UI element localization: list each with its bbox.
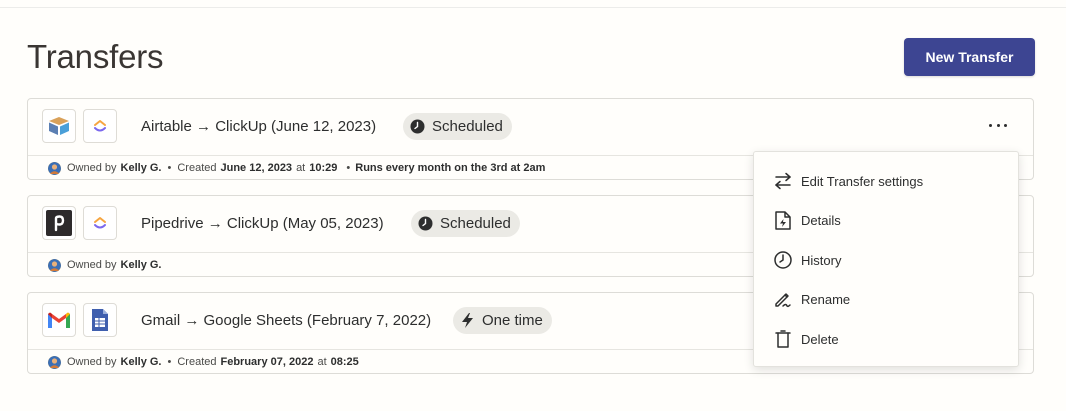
created-date: June 12, 2023 — [220, 162, 293, 174]
trash-icon — [773, 329, 793, 349]
menu-item-rename[interactable]: Rename — [754, 280, 1018, 318]
document-icon — [773, 210, 793, 230]
page-title: Transfers — [27, 38, 164, 75]
menu-item-label: Rename — [801, 291, 851, 307]
owner-name: Kelly G. — [120, 162, 162, 174]
at-label: at — [317, 356, 327, 368]
transfer-meta: Owned by Kelly G. • Created February 07,… — [48, 355, 359, 369]
created-label: Created — [177, 162, 217, 174]
status-badge: One time — [453, 307, 552, 334]
transfer-title[interactable]: Gmail → Google Sheets (February 7, 2022) — [141, 312, 431, 329]
transfer-meta: Owned by Kelly G. • Created June 12, 202… — [48, 161, 545, 175]
created-date: February 07, 2022 — [220, 356, 314, 368]
airtable-icon — [42, 109, 76, 143]
avatar — [48, 355, 61, 369]
transfer-meta: Owned by Kelly G. — [48, 258, 162, 272]
transfer-options-menu: Edit Transfer settings Details History R… — [753, 151, 1019, 367]
more-options-icon[interactable] — [989, 118, 1007, 132]
swap-arrows-icon — [773, 171, 793, 191]
pipedrive-icon — [42, 206, 76, 240]
google-sheets-icon — [83, 303, 117, 337]
menu-item-delete[interactable]: Delete — [754, 320, 1018, 358]
menu-item-label: Details — [801, 212, 841, 228]
menu-item-history[interactable]: History — [754, 241, 1018, 279]
lightning-icon — [460, 313, 475, 328]
created-time: 08:25 — [330, 356, 359, 368]
owned-by-label: Owned by — [67, 259, 117, 271]
clock-icon — [418, 216, 433, 231]
pen-icon — [773, 289, 793, 309]
owned-by-label: Owned by — [67, 356, 117, 368]
owner-name: Kelly G. — [120, 259, 162, 271]
top-divider — [0, 7, 1066, 8]
separator-dot: • — [167, 162, 172, 174]
at-label: at — [296, 162, 306, 174]
menu-item-label: Delete — [801, 331, 839, 347]
status-badge: Scheduled — [403, 113, 512, 140]
created-time: 10:29 — [309, 162, 338, 174]
status-badge-label: Scheduled — [440, 215, 511, 232]
owner-name: Kelly G. — [120, 356, 162, 368]
separator-dot: • — [167, 356, 172, 368]
clock-icon — [410, 119, 425, 134]
status-badge-label: Scheduled — [432, 118, 503, 135]
menu-item-details[interactable]: Details — [754, 201, 1018, 239]
avatar — [48, 161, 61, 175]
avatar — [48, 258, 61, 272]
transfer-title[interactable]: Pipedrive → ClickUp (May 05, 2023) — [141, 215, 384, 232]
status-badge: Scheduled — [411, 210, 520, 237]
menu-item-edit-settings[interactable]: Edit Transfer settings — [754, 162, 1018, 200]
gmail-icon — [42, 303, 76, 337]
owned-by-label: Owned by — [67, 162, 117, 174]
created-label: Created — [177, 356, 217, 368]
new-transfer-button[interactable]: New Transfer — [904, 38, 1035, 76]
menu-item-label: Edit Transfer settings — [801, 173, 924, 189]
separator-dot: • — [346, 162, 351, 174]
transfer-title[interactable]: Airtable → ClickUp (June 12, 2023) — [141, 118, 376, 135]
status-badge-label: One time — [482, 312, 543, 329]
clickup-icon — [83, 109, 117, 143]
schedule-text: Runs every month on the 3rd at 2am — [355, 162, 546, 174]
clickup-icon — [83, 206, 117, 240]
menu-item-label: History — [801, 252, 842, 268]
clock-icon — [773, 250, 793, 270]
